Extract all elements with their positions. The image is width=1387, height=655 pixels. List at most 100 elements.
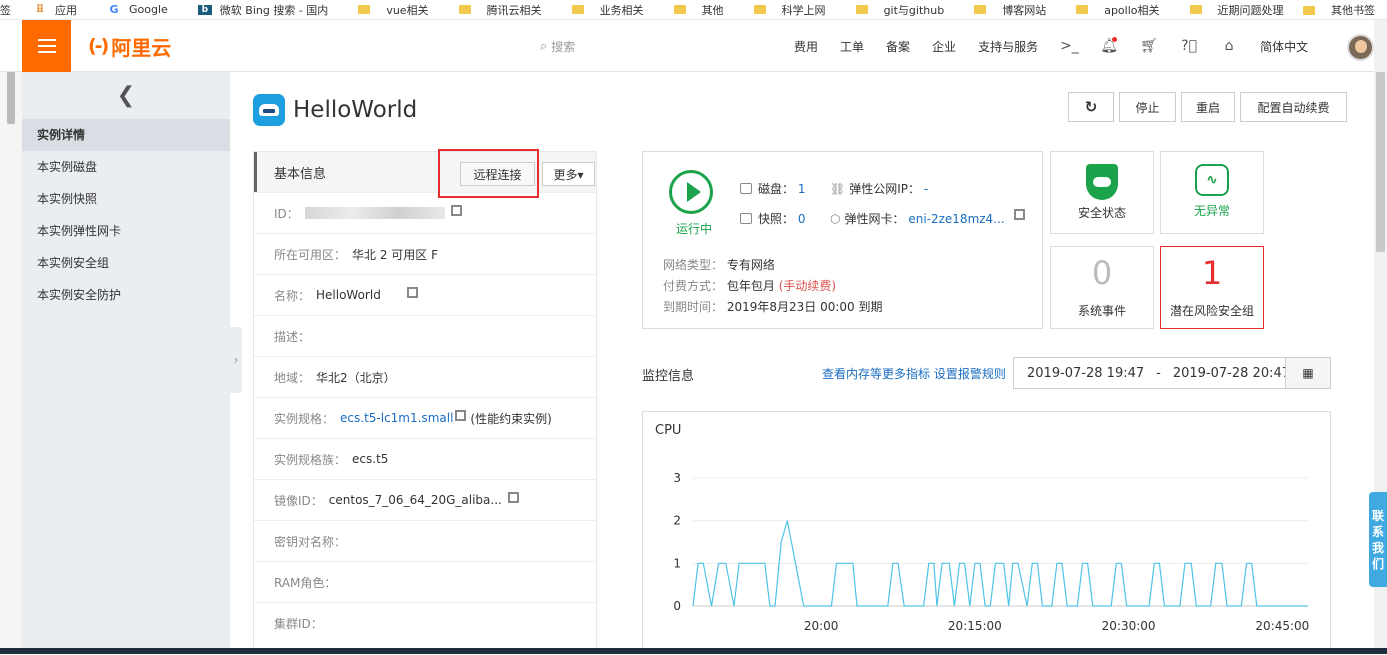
bing-icon: b [197,4,212,15]
running-play-icon [669,170,713,214]
eni-link[interactable]: eni-2ze18mz4... [908,212,1004,226]
bookmark-folder[interactable]: apollo相关 [1076,2,1160,18]
row-value: 华北 2 可用区 F [352,247,438,262]
start-date[interactable]: 2019-07-28 19:47 [1027,366,1144,381]
remote-connect-button[interactable]: 远程连接 [460,162,535,186]
row-label: 地域： [274,370,311,385]
help-icon[interactable]: ?⃝ [1180,38,1198,54]
disk-count-link[interactable]: 1 [798,182,806,196]
bookmark-folder[interactable]: 其他 [673,2,724,18]
row-value: HelloWorld [316,288,381,302]
nav-tickets[interactable]: 工单 [840,38,864,55]
terminal-icon[interactable]: >_ [1060,38,1079,54]
logo-text: 阿里云 [111,35,172,60]
manual-renew-note: (手动续费) [778,279,837,293]
copy-icon[interactable] [1014,209,1026,220]
cart-icon[interactable]: 🛒︎ [1140,38,1158,54]
instance-type-link[interactable]: ecs.t5-lc1m1.small [340,411,453,425]
health-status-tile[interactable]: ∿ 无异常 [1160,151,1264,234]
nav-support[interactable]: 支持与服务 [978,38,1038,55]
folder-icon [974,5,987,14]
bookmark-bing[interactable]: b 微软 Bing 搜索 - 国内 [197,2,328,18]
aliyun-logo[interactable]: (-) 阿里云 [88,35,171,60]
system-events-tile[interactable]: 0 系统事件 [1050,246,1154,329]
nav-icp[interactable]: 备案 [886,38,910,55]
sidebar-item-eni[interactable]: 本实例弹性网卡 [22,215,230,247]
sidebar-collapse-handle[interactable]: › [230,327,242,393]
bookmark-folder[interactable]: 业务相关 [571,2,644,18]
row-label: 镜像ID： [274,493,323,508]
menu-button[interactable] [22,20,71,72]
top-bar: (-) 阿里云 ⌕ 搜索 费用 工单 备案 企业 支持与服务 >_ 🔔︎ 🛒︎ … [0,20,1387,72]
copy-icon[interactable] [455,409,467,421]
copy-icon[interactable] [450,204,462,216]
bookmark-folder[interactable]: 科学上网 [753,2,826,18]
chevron-right-icon: › [233,353,239,367]
bookmark-item[interactable]: 签 [0,2,11,18]
home-icon[interactable]: ⌂ [1220,38,1238,54]
sidebar-item-security-groups[interactable]: 本实例安全组 [22,247,230,279]
running-status: 运行中 [676,222,713,236]
info-row-ram-role: RAM角色： [254,561,596,602]
snapshot-count-link[interactable]: 0 [798,212,806,226]
bookmark-folder[interactable]: vue相关 [358,2,429,18]
sidebar-item-disks[interactable]: 本实例磁盘 [22,151,230,183]
tile-label: 系统事件 [1077,304,1126,318]
cpu-chart: 0 1 2 3 20:00 20:15:00 20:30:00 20:45:00 [673,471,1309,633]
sidebar-item-snapshots[interactable]: 本实例快照 [22,183,230,215]
avatar[interactable] [1347,34,1374,61]
snapshot-icon [740,213,752,224]
language-switch[interactable]: 简体中文 [1260,38,1308,55]
info-row-keypair: 密钥对名称： [254,520,596,561]
folder-icon [1303,5,1315,15]
apps-grid-icon: ⠿ [35,3,45,16]
row-label: 描述： [274,329,311,344]
nav-enterprise[interactable]: 企业 [932,38,956,55]
bookmark-folder[interactable]: 腾讯云相关 [458,2,542,18]
risk-security-group-tile[interactable]: 1 潜在风险安全组 [1160,246,1264,329]
monitor-links[interactable]: 查看内存等更多指标 设置报警规则 [822,365,1006,382]
search-box[interactable]: ⌕ 搜索 [540,38,575,55]
elastic-ip: ⛓︎ 弹性公网IP： - [830,182,929,196]
date-range-picker[interactable]: 2019-07-28 19:47 - 2019-07-28 20:47 ▦ [1013,357,1331,389]
edit-icon[interactable] [406,286,418,298]
sidebar-item-security-protection[interactable]: 本实例安全防护 [22,279,230,311]
scrollbar-thumb[interactable] [1376,72,1385,252]
security-status-tile[interactable]: 安全状态 [1050,151,1154,234]
search-placeholder: 搜索 [551,40,576,54]
expire-time: 到期时间： 2019年8月23日 00:00 到期 [663,300,883,314]
back-chevron-icon[interactable]: ❮ [22,72,230,119]
bookmark-other[interactable]: 其他书签 [1303,0,1375,19]
bookmark-google[interactable]: G Google [107,3,167,16]
nav-billing[interactable]: 费用 [794,38,818,55]
contact-us-tab[interactable]: 联 系 我 们 [1369,492,1387,587]
sidebar-item-instance-details[interactable]: 实例详情 [22,119,230,151]
bookmark-folder[interactable]: git与github [855,2,944,18]
stop-button[interactable]: 停止 [1119,92,1176,122]
auto-renew-button[interactable]: 配置自动续费 [1240,92,1347,122]
row-label: RAM角色： [274,575,337,590]
more-dropdown-button[interactable]: 更多▾ [542,162,595,186]
row-value: ecs.t5 [352,452,389,466]
action-toolbar: ↻ 停止 重启 配置自动续费 [1068,92,1347,122]
bookmark-folder[interactable]: 博客网站 [974,2,1046,18]
refresh-button[interactable]: ↻ [1068,92,1114,122]
monitor-title: 监控信息 [642,369,695,384]
disk-icon [740,183,752,194]
elastic-ip-value[interactable]: - [924,182,928,196]
calendar-icon[interactable]: ▦ [1285,358,1330,388]
x-tick-label: 20:00 [804,619,839,633]
left-scrollbar[interactable] [0,20,22,654]
bookmark-apps[interactable]: ⠿ 应用 [33,2,77,18]
bookmark-folder[interactable]: 近期问题处理 [1189,2,1284,18]
restart-button[interactable]: 重启 [1181,92,1235,122]
end-date[interactable]: 2019-07-28 20:47 [1173,366,1290,381]
basic-info-panel: 基本信息 远程连接 更多▾ ID： 所在可用区： 华北 2 可用区 F 名称： … [253,149,597,654]
row-value: centos_7_06_64_20G_aliba... [328,493,502,507]
refresh-icon: ↻ [1084,98,1098,116]
info-row-id: ID： [254,192,596,233]
payment-type: 付费方式： 包年包月 (手动续费) [663,279,837,293]
page-title: HelloWorld [293,97,418,123]
bell-icon[interactable]: 🔔︎ [1100,37,1118,54]
copy-icon[interactable] [507,491,519,503]
